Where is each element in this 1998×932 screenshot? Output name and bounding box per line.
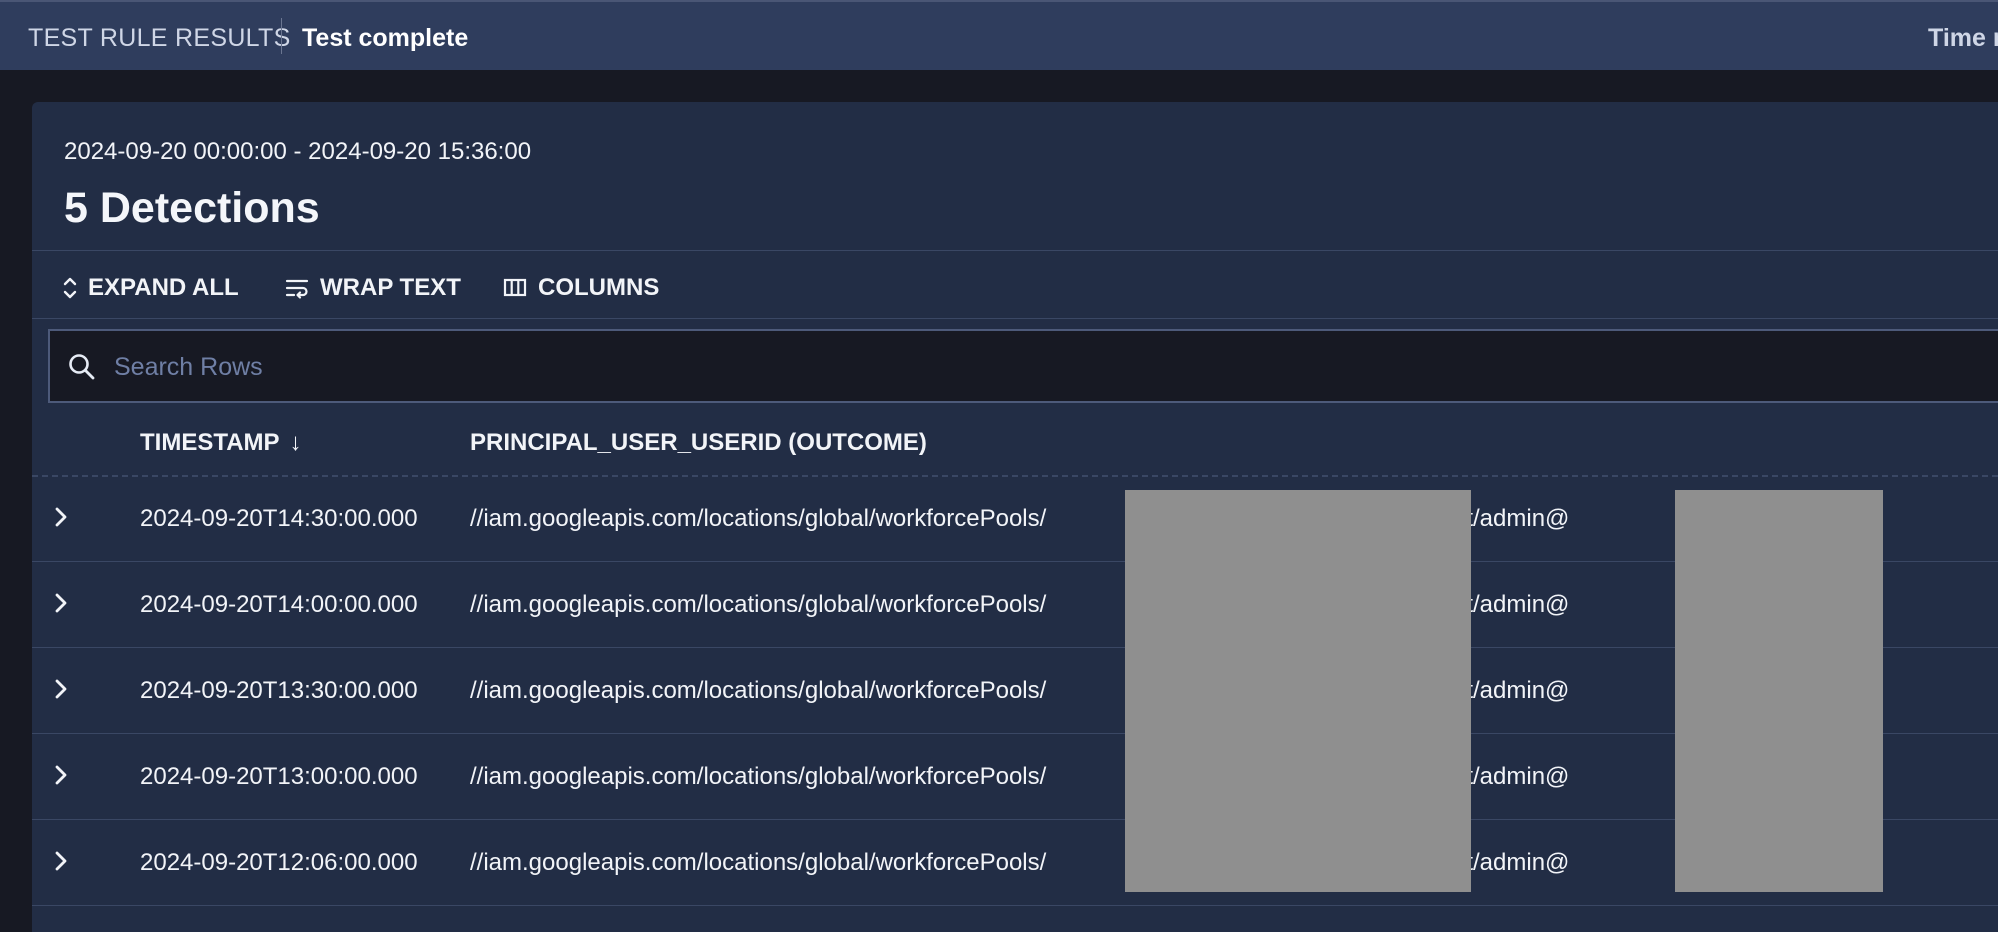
table-header: TIMESTAMP ↓ PRINCIPAL_USER_USERID (OUTCOM… bbox=[32, 413, 1998, 477]
column-header-principal-user-userid[interactable]: PRINCIPAL_USER_USERID (OUTCOME) bbox=[470, 429, 927, 457]
columns-label: COLUMNS bbox=[538, 274, 660, 301]
expand-all-button[interactable]: EXPAND ALL bbox=[62, 270, 239, 306]
column-header-timestamp[interactable]: TIMESTAMP ↓ bbox=[140, 429, 302, 457]
wrap-text-label: WRAP TEXT bbox=[320, 274, 461, 301]
header-divider bbox=[281, 18, 282, 54]
chevron-right-icon[interactable] bbox=[50, 848, 72, 879]
results-panel: 2024-09-20 00:00:00 - 2024-09-20 15:36:0… bbox=[32, 102, 1998, 932]
chevron-right-icon[interactable] bbox=[50, 590, 72, 621]
timestamp-cell: 2024-09-20T13:30:00.000 bbox=[140, 677, 418, 704]
time-range: 2024-09-20 00:00:00 - 2024-09-20 15:36:0… bbox=[64, 138, 532, 165]
test-status: Test complete bbox=[302, 24, 469, 52]
test-rule-results-title: TEST RULE RESULTS bbox=[28, 24, 291, 52]
userid-prefix: //iam.googleapis.com/locations/global/wo… bbox=[470, 505, 1047, 532]
redaction-block bbox=[1675, 490, 1883, 892]
timestamp-cell: 2024-09-20T12:06:00.000 bbox=[140, 849, 418, 876]
top-bar: TEST RULE RESULTS Test complete Time r bbox=[0, 0, 1998, 70]
timestamp-cell: 2024-09-20T14:30:00.000 bbox=[140, 505, 418, 532]
userid-prefix: //iam.googleapis.com/locations/global/wo… bbox=[470, 849, 1047, 876]
wrap-text-button[interactable]: WRAP TEXT bbox=[284, 270, 461, 306]
columns-button[interactable]: COLUMNS bbox=[502, 270, 659, 306]
search-rows-input[interactable] bbox=[112, 331, 1916, 403]
userid-prefix: //iam.googleapis.com/locations/global/wo… bbox=[470, 591, 1047, 618]
redaction-block bbox=[1125, 490, 1471, 892]
divider bbox=[32, 318, 1998, 319]
userid-header-label: PRINCIPAL_USER_USERID (OUTCOME) bbox=[470, 429, 927, 456]
unfold-icon bbox=[62, 275, 78, 301]
chevron-right-icon[interactable] bbox=[50, 676, 72, 707]
expand-all-label: EXPAND ALL bbox=[88, 274, 239, 301]
timestamp-cell: 2024-09-20T13:00:00.000 bbox=[140, 763, 418, 790]
chevron-right-icon[interactable] bbox=[50, 762, 72, 793]
arrow-down-icon: ↓ bbox=[289, 429, 302, 456]
divider bbox=[32, 250, 1998, 251]
time-range-label[interactable]: Time r bbox=[1928, 24, 1998, 53]
detections-heading: 5 Detections bbox=[64, 184, 320, 232]
columns-icon bbox=[502, 275, 528, 301]
userid-prefix: //iam.googleapis.com/locations/global/wo… bbox=[470, 677, 1047, 704]
wrap-text-icon bbox=[284, 275, 310, 301]
timestamp-header-label: TIMESTAMP bbox=[140, 429, 280, 456]
userid-prefix: //iam.googleapis.com/locations/global/wo… bbox=[470, 763, 1047, 790]
timestamp-cell: 2024-09-20T14:00:00.000 bbox=[140, 591, 418, 618]
search-box bbox=[48, 329, 1998, 403]
chevron-right-icon[interactable] bbox=[50, 504, 72, 535]
